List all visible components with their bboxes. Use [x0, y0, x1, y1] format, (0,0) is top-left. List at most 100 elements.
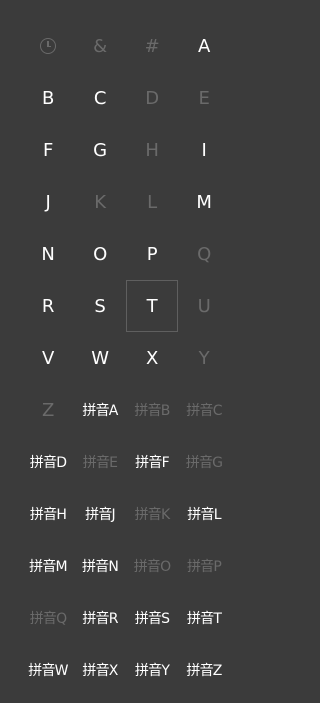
jump-item[interactable]: 拼音W [22, 644, 74, 696]
jump-item[interactable]: P [126, 228, 178, 280]
jump-item-label: 拼音C [186, 403, 222, 419]
jump-item-label: Q [197, 243, 211, 265]
jump-item[interactable]: 拼音F [126, 436, 178, 488]
jump-item-label: 拼音X [82, 663, 118, 679]
jump-item-label: Y [198, 347, 210, 369]
jump-item[interactable]: 拼音Y [126, 644, 178, 696]
jump-item-label: 拼音K [134, 507, 171, 523]
jump-item-label: S [94, 295, 106, 317]
jump-item[interactable]: 拼音D [22, 436, 74, 488]
jump-item[interactable]: 拼音T [178, 592, 230, 644]
jump-item: 拼音O [126, 540, 178, 592]
jump-item-label: 拼音H [29, 507, 67, 523]
jump-item[interactable]: 拼音L [178, 488, 230, 540]
jump-item: 拼音C [178, 384, 230, 436]
jump-item-label: 拼音A [82, 403, 118, 419]
jump-item-label: G [93, 139, 107, 161]
jump-item[interactable]: O [74, 228, 126, 280]
jump-item-label: H [145, 139, 159, 161]
jump-item: 拼音G [178, 436, 230, 488]
jump-item[interactable]: F [22, 124, 74, 176]
clock-icon [40, 38, 56, 54]
jump-item-label: L [147, 191, 157, 213]
jump-item-label: 拼音Y [134, 663, 170, 679]
jump-item-label: U [197, 295, 211, 317]
jump-item[interactable]: 拼音J [74, 488, 126, 540]
jump-item[interactable]: N [22, 228, 74, 280]
jump-item[interactable]: M [178, 176, 230, 228]
jump-item: 拼音P [178, 540, 230, 592]
jump-item[interactable]: C [74, 72, 126, 124]
jump-item[interactable]: 拼音X [74, 644, 126, 696]
jump-item: 拼音Q [22, 592, 74, 644]
jump-item[interactable]: X [126, 332, 178, 384]
jump-item: D [126, 72, 178, 124]
jump-item-label: 拼音P [186, 559, 222, 575]
jump-item: # [126, 20, 178, 72]
jump-item[interactable]: 拼音S [126, 592, 178, 644]
jump-item-label: E [198, 87, 210, 109]
jump-item-label: A [197, 35, 210, 57]
jump-item[interactable]: 拼音A [74, 384, 126, 436]
jump-item[interactable]: A [178, 20, 230, 72]
jump-item-label: 拼音O [133, 559, 171, 575]
jump-item-label: 拼音N [81, 559, 119, 575]
jump-item: Q [178, 228, 230, 280]
jump-item[interactable]: B [22, 72, 74, 124]
jump-item: E [178, 72, 230, 124]
jump-item[interactable]: G [74, 124, 126, 176]
jump-item-label: & [93, 35, 107, 57]
jump-item-label: F [42, 139, 54, 161]
jump-item: 拼音E [74, 436, 126, 488]
jump-item-label: K [94, 191, 106, 213]
jump-item-label: 拼音Q [29, 611, 67, 627]
jump-item[interactable]: 拼音R [74, 592, 126, 644]
jump-item[interactable]: V [22, 332, 74, 384]
jump-item-label: P [146, 243, 158, 265]
jump-item-label: 拼音S [134, 611, 170, 627]
jump-item-label: X [145, 347, 159, 369]
jump-item: Y [178, 332, 230, 384]
jump-item: U [178, 280, 230, 332]
jump-item-label: R [41, 295, 55, 317]
jump-item: L [126, 176, 178, 228]
jump-item: 拼音K [126, 488, 178, 540]
jump-item[interactable]: T [126, 280, 178, 332]
jump-item-label: 拼音F [135, 455, 169, 471]
jump-item-label: T [146, 295, 158, 317]
jump-item[interactable]: 拼音Z [178, 644, 230, 696]
jump-item[interactable]: S [74, 280, 126, 332]
jump-item-label: 拼音T [186, 611, 222, 627]
jump-item[interactable]: 拼音H [22, 488, 74, 540]
jump-item-label: 拼音W [28, 663, 68, 679]
jump-item-label: 拼音R [82, 611, 118, 627]
jump-item-label: 拼音M [29, 559, 67, 575]
jump-item-label: 拼音J [85, 507, 116, 523]
jump-item[interactable]: 拼音N [74, 540, 126, 592]
jump-item[interactable]: I [178, 124, 230, 176]
jump-item[interactable]: R [22, 280, 74, 332]
jump-item-label: 拼音D [29, 455, 67, 471]
jump-item-label: C [93, 87, 107, 109]
jump-item-label: W [91, 347, 109, 369]
jump-item-label: V [41, 347, 54, 369]
jump-item-label: O [93, 243, 107, 265]
jump-item-label: 拼音B [134, 403, 170, 419]
jump-item[interactable]: J [22, 176, 74, 228]
jump-item-label: D [145, 87, 159, 109]
jump-item-label: 拼音E [82, 455, 118, 471]
jump-item-label: I [201, 139, 207, 161]
jump-item[interactable]: 拼音M [22, 540, 74, 592]
jump-item: K [74, 176, 126, 228]
alphabet-jump-grid: & # A B C D E F G H I J K L M N O P Q R S T U V W X Y Z 拼音A 拼音B 拼音C 拼音D… [22, 20, 230, 696]
jump-item-label: 拼音Z [186, 663, 222, 679]
jump-item-label: J [45, 191, 51, 213]
jump-item-label: N [41, 243, 55, 265]
jump-item-label: B [41, 87, 55, 109]
jump-item: Z [22, 384, 74, 436]
jump-item[interactable]: W [74, 332, 126, 384]
jump-item-label: 拼音L [187, 507, 221, 523]
jump-item-label: # [144, 35, 160, 57]
jump-item: & [74, 20, 126, 72]
jump-item: 拼音B [126, 384, 178, 436]
